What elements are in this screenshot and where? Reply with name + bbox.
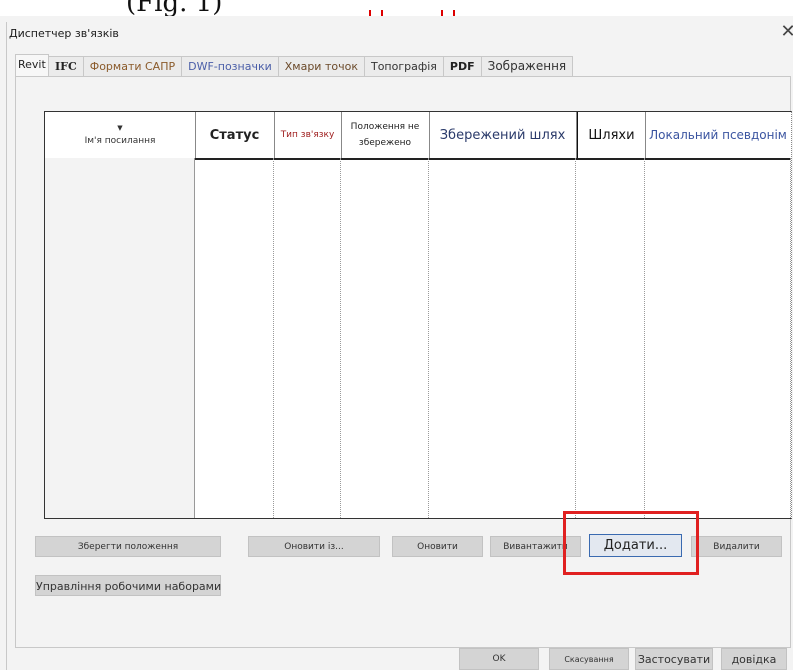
unload-button[interactable]: Вивантажити [490, 536, 581, 557]
column-header-saved-path[interactable]: Збережений шлях [429, 112, 576, 158]
tab-point-clouds[interactable]: Хмари точок [277, 56, 365, 76]
ok-button[interactable]: OK [459, 648, 539, 670]
column-divider [274, 112, 275, 158]
tab-ifc[interactable]: IFC [48, 56, 84, 76]
tab-topography[interactable]: Топографія [363, 56, 444, 76]
column-header-link-name[interactable]: ▼ Ім'я посилання [45, 112, 195, 158]
table-column [45, 158, 195, 518]
close-icon[interactable]: ✕ [780, 22, 793, 42]
sort-descending-icon: ▼ [117, 123, 123, 132]
table-column [429, 158, 576, 518]
column-header-link-type[interactable]: Тип зв'язку [274, 112, 341, 158]
help-button[interactable]: довідка [721, 648, 787, 670]
save-positions-button[interactable]: Зберегти положення [35, 536, 221, 557]
column-divider [195, 112, 196, 158]
cancel-button[interactable]: Скасування [549, 648, 629, 670]
column-header-paths[interactable]: Шляхи [576, 112, 645, 158]
red-underline-marks [369, 10, 455, 16]
links-table: ▼ Ім'я посилання Статус Тип зв'язку Поло… [44, 111, 792, 519]
table-column [195, 158, 274, 518]
manage-worksets-button[interactable]: Управління робочими наборами [35, 575, 221, 596]
tab-cad-formats[interactable]: Формати САПР [82, 56, 183, 76]
tab-panel: ▼ Ім'я посилання Статус Тип зв'язку Поло… [15, 76, 792, 648]
tab-images[interactable]: Зображення [480, 56, 574, 76]
table-column [576, 158, 645, 518]
column-divider [576, 112, 577, 158]
add-link-button[interactable]: Додати... [589, 534, 682, 557]
apply-button[interactable]: Застосувати [635, 648, 713, 670]
table-header: ▼ Ім'я посилання Статус Тип зв'язку Поло… [45, 112, 791, 160]
tab-revit[interactable]: Revit [15, 54, 49, 76]
table-column [341, 158, 429, 518]
column-divider [429, 112, 430, 158]
link-type-tabs: Revit IFC Формати САПР DWF-позначки Хмар… [15, 54, 574, 76]
manage-links-dialog: Диспетчер зв'язків ✕ Revit IFC Формати С… [6, 22, 793, 670]
cropped-document-strip: (Fig. 1) [0, 0, 793, 16]
column-header-label: Ім'я посилання [84, 135, 156, 146]
table-column [645, 158, 791, 518]
cropped-caption-text: (Fig. 1) [126, 0, 223, 16]
reload-from-button[interactable]: Оновити із... [248, 536, 380, 557]
tab-dwf-markups[interactable]: DWF-позначки [181, 56, 279, 76]
column-header-local-alias[interactable]: Локальний псевдонім [645, 112, 791, 158]
column-divider [645, 112, 646, 158]
table-column [274, 158, 341, 518]
remove-button[interactable]: Видалити [691, 536, 782, 557]
reload-button[interactable]: Оновити [392, 536, 483, 557]
column-header-position-not-saved[interactable]: Положення не збережено [341, 112, 429, 158]
column-divider [341, 112, 342, 158]
column-header-status[interactable]: Статус [195, 112, 274, 158]
tab-pdf[interactable]: PDF [442, 56, 482, 76]
dialog-title: Диспетчер зв'язків [9, 27, 119, 40]
